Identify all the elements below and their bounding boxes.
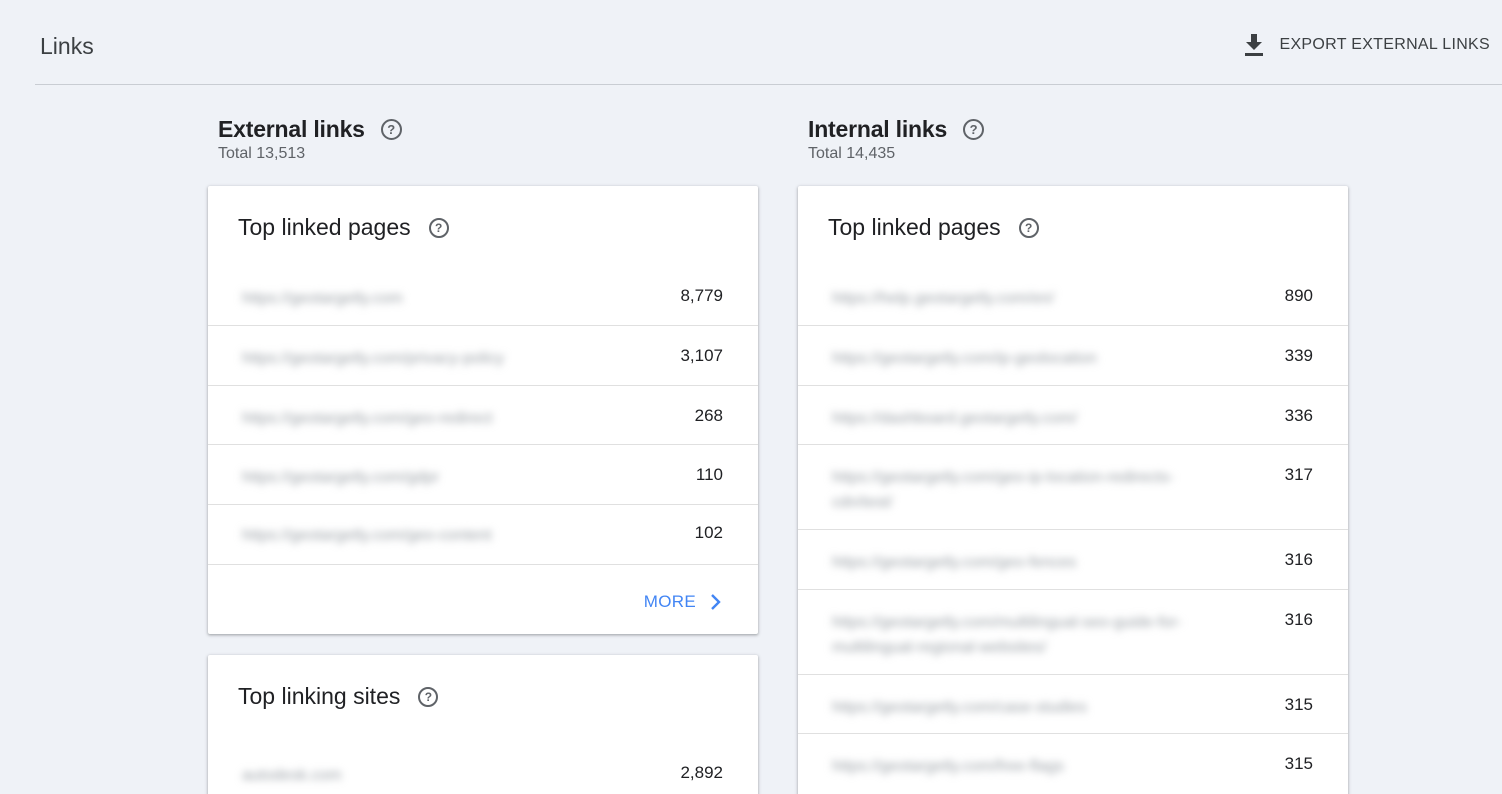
table-row[interactable]: https://geotargetly.com/geo-ip-location-…	[798, 445, 1348, 530]
page-url: https://geotargetly.com/geo-ip-location-…	[832, 469, 1175, 511]
page-url: https://geotargetly.com/geo-content	[242, 527, 492, 544]
table-row[interactable]: https://geotargetly.com/ip-geolocation 3…	[798, 326, 1348, 386]
external-top-linking-sites-card: Top linking sites ? autodesk.com 2,892	[208, 655, 758, 794]
help-icon[interactable]: ?	[418, 686, 439, 707]
chevron-right-icon	[710, 593, 722, 611]
table-row[interactable]: autodesk.com 2,892	[208, 743, 758, 794]
external-linking-sites-list: autodesk.com 2,892	[208, 743, 758, 794]
link-count: 315	[1284, 754, 1313, 773]
page-url: https://dashboard.geotargetly.com/	[832, 410, 1078, 427]
page-url: https://geotargetly.com/geo-redirect	[242, 410, 493, 427]
internal-links-heading: Internal links ? Total 14,435	[808, 116, 985, 163]
help-icon[interactable]: ?	[380, 119, 402, 140]
table-row[interactable]: https://geotargetly.com/geo-fences 316	[798, 530, 1348, 590]
page-url: https://geotargetly.com/case-studies	[832, 699, 1087, 716]
link-count: 316	[1284, 610, 1313, 629]
link-count: 315	[1284, 695, 1313, 714]
help-icon[interactable]: ?	[963, 119, 985, 140]
external-top-linked-pages-card: Top linked pages ? https://geotargetly.c…	[208, 186, 758, 634]
table-row[interactable]: https://geotargetly.com/privacy-policy 3…	[208, 326, 758, 386]
page-header: Links EXPORT EXTERNAL LINKS	[35, 0, 1502, 85]
table-row[interactable]: https://dashboard.geotargetly.com/ 336	[798, 386, 1348, 445]
export-label: EXPORT EXTERNAL LINKS	[1279, 36, 1490, 53]
page-url: https://geotargetly.com/ip-geolocation	[832, 350, 1097, 367]
page-url: https://help.geotargetly.com/en/	[832, 290, 1055, 307]
table-row[interactable]: https://geotargetly.com/geo-redirect 268	[208, 386, 758, 445]
help-icon[interactable]: ?	[1018, 217, 1039, 238]
link-count: 102	[694, 523, 723, 542]
link-count: 317	[1284, 465, 1313, 484]
card-title: Top linked pages	[828, 214, 1001, 240]
link-count: 3,107	[680, 346, 723, 365]
table-row[interactable]: https://help.geotargetly.com/en/ 890	[798, 266, 1348, 326]
link-count: 268	[694, 406, 723, 425]
export-external-links-button[interactable]: EXPORT EXTERNAL LINKS	[1243, 30, 1490, 60]
download-icon	[1243, 32, 1265, 58]
more-label: MORE	[643, 592, 696, 611]
page-url: https://geotargetly.com/multilingual-seo…	[832, 614, 1183, 656]
link-count: 110	[695, 465, 723, 484]
more-button[interactable]: MORE	[644, 592, 722, 612]
page-url: https://geotargetly.com/free-flags	[832, 758, 1064, 775]
external-links-heading: External links ? Total 13,513	[218, 116, 402, 163]
help-icon[interactable]: ?	[428, 217, 449, 238]
internal-links-title: Internal links	[808, 116, 948, 142]
links-page: Links EXPORT EXTERNAL LINKS External lin…	[0, 0, 1502, 794]
page-url: https://geotargetly.com/gdpr	[242, 469, 440, 486]
link-count: 336	[1284, 406, 1313, 425]
link-count: 2,892	[680, 763, 723, 782]
internal-top-linked-pages-card: Top linked pages ? https://help.geotarge…	[798, 186, 1348, 794]
table-row[interactable]: https://geotargetly.com 8,779	[208, 266, 758, 326]
link-count: 316	[1284, 550, 1313, 569]
page-title: Links	[40, 33, 94, 59]
link-count: 8,779	[680, 286, 723, 305]
external-linked-pages-list: https://geotargetly.com 8,779 https://ge…	[208, 266, 758, 565]
link-count: 890	[1284, 286, 1313, 305]
table-row[interactable]: https://geotargetly.com/multilingual-seo…	[798, 590, 1348, 675]
table-row[interactable]: https://geotargetly.com/gdpr 110	[208, 445, 758, 505]
page-url: https://geotargetly.com	[242, 290, 403, 307]
external-links-title: External links	[218, 116, 365, 142]
external-links-total: Total 13,513	[218, 145, 306, 162]
table-row[interactable]: https://geotargetly.com/geo-content 102	[208, 505, 758, 565]
table-row[interactable]: https://geotargetly.com/free-flags 315	[798, 734, 1348, 794]
internal-links-total: Total 14,435	[808, 145, 896, 162]
page-url: https://geotargetly.com/privacy-policy	[242, 350, 505, 367]
internal-linked-pages-list: https://help.geotargetly.com/en/ 890 htt…	[798, 266, 1348, 794]
table-row[interactable]: https://geotargetly.com/case-studies 315	[798, 675, 1348, 734]
card-title: Top linking sites	[238, 683, 401, 709]
site-domain: autodesk.com	[242, 767, 342, 784]
page-url: https://geotargetly.com/geo-fences	[832, 554, 1077, 571]
link-count: 339	[1284, 346, 1313, 365]
card-title: Top linked pages	[238, 214, 411, 240]
